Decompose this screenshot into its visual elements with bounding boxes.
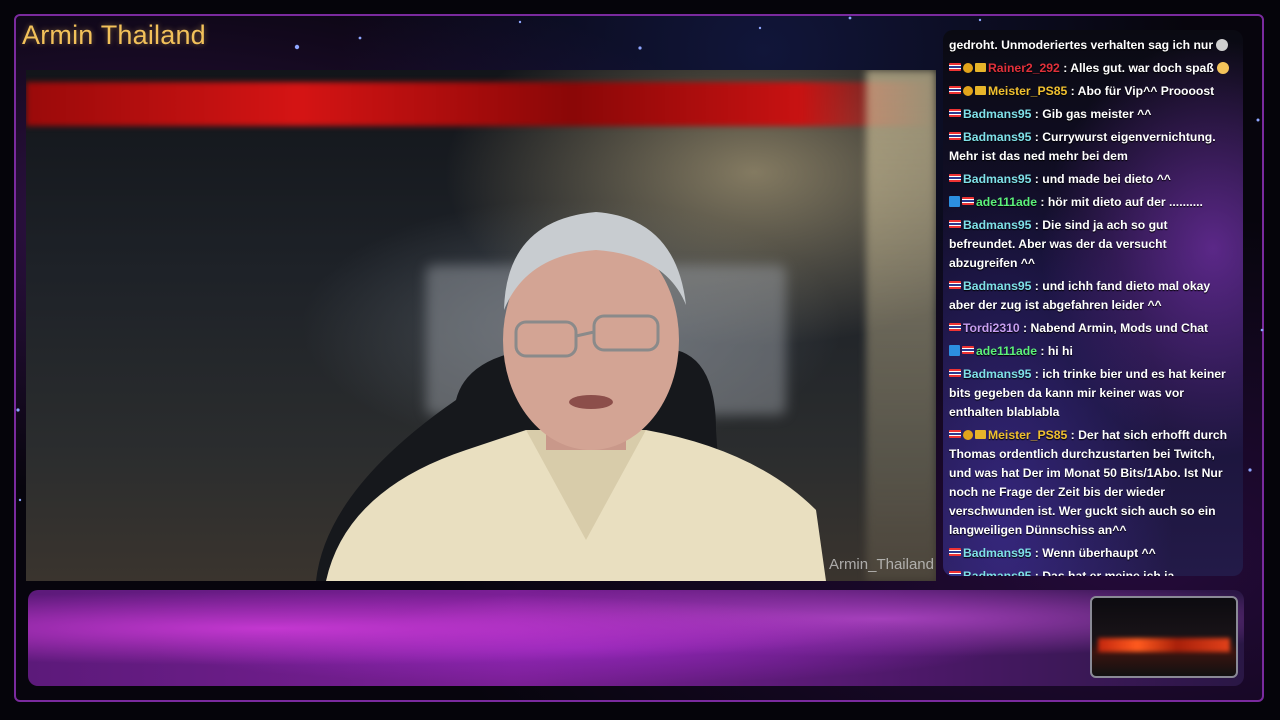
chat-text: : hör mit dieto auf der .......... (1037, 195, 1203, 209)
flag-badge-icon (949, 369, 961, 377)
chat-text: : Das hat er meine ich ja (1031, 569, 1175, 576)
gold-badge-icon (963, 86, 973, 96)
flag-badge-icon (949, 281, 961, 289)
mini-camera-preview (1090, 596, 1238, 678)
chat-username[interactable]: Tordi2310 (963, 321, 1020, 335)
gold-badge-icon (963, 63, 973, 73)
chat-message: Badmans95 : Currywurst eigenvernichtung.… (949, 128, 1237, 166)
chat-text: : Alles gut. war doch spaß (1059, 61, 1214, 75)
flag-badge-icon (949, 63, 961, 71)
emote-icon (1216, 39, 1229, 51)
webcam-feed: Armin_Thailand (26, 70, 936, 581)
vip-badge-icon (975, 86, 986, 95)
vip-badge-icon (975, 63, 986, 72)
chat-text: : Der hat sich erhofft durch Thomas orde… (949, 428, 1228, 537)
emote-icon (1216, 62, 1229, 74)
chat-username[interactable]: Badmans95 (963, 130, 1031, 144)
chat-message: Badmans95 : Die sind ja ach so gut befre… (949, 216, 1237, 273)
chat-username[interactable]: ade111ade (976, 195, 1037, 209)
chat-panel: gedroht. Unmoderiertes verhalten sag ich… (943, 30, 1243, 576)
chat-username[interactable]: ade111ade (976, 344, 1037, 358)
chat-username[interactable]: Meister_PS85 (988, 428, 1067, 442)
streamer-figure (316, 212, 826, 581)
vip-badge-icon (975, 430, 986, 439)
flag-badge-icon (949, 323, 961, 331)
chat-message: Badmans95 : und made bei dieto ^^ (949, 170, 1237, 189)
chat-message: ade111ade : hi hi (949, 342, 1237, 361)
chat-username[interactable]: Badmans95 (963, 569, 1031, 576)
channel-title: Armin Thailand (22, 20, 206, 50)
flag-badge-icon (949, 109, 961, 117)
chat-message: Badmans95 : Gib gas meister ^^ (949, 105, 1237, 124)
chat-message: gedroht. Unmoderiertes verhalten sag ich… (949, 36, 1237, 55)
chat-text: : Wenn überhaupt ^^ (1031, 546, 1156, 560)
chat-username[interactable]: Meister_PS85 (988, 84, 1067, 98)
flag-badge-icon (949, 548, 961, 556)
chat-username[interactable]: Badmans95 (963, 172, 1031, 186)
chat-message: Meister_PS85 : Abo für Vip^^ Proooost (949, 82, 1237, 101)
chat-text: : Nabend Armin, Mods und Chat (1019, 321, 1209, 335)
chat-message-list: gedroht. Unmoderiertes verhalten sag ich… (949, 36, 1237, 576)
flag-badge-icon (949, 430, 961, 438)
blue-badge-icon (949, 345, 960, 356)
chat-text: : hi hi (1037, 344, 1073, 358)
chat-text: gedroht. Unmoderiertes verhalten sag ich… (949, 38, 1214, 52)
bottom-banner (28, 590, 1244, 686)
chat-username[interactable]: Badmans95 (963, 107, 1031, 121)
flag-badge-icon (949, 174, 961, 182)
chat-message: Badmans95 : Wenn überhaupt ^^ (949, 544, 1237, 563)
chat-username[interactable]: Badmans95 (963, 279, 1031, 293)
preview-fire-glow (1098, 638, 1230, 652)
chat-message: Badmans95 : Das hat er meine ich ja (949, 567, 1237, 576)
chat-message: Tordi2310 : Nabend Armin, Mods und Chat (949, 319, 1237, 338)
flag-badge-icon (949, 220, 961, 228)
blue-badge-icon (949, 196, 960, 207)
chat-message: Badmans95 : und ichh fand dieto mal okay… (949, 277, 1237, 315)
flag-badge-icon (962, 197, 974, 205)
chat-username[interactable]: Badmans95 (963, 367, 1031, 381)
chat-message: Rainer2_292 : Alles gut. war doch spaß (949, 59, 1237, 78)
gold-badge-icon (963, 430, 973, 440)
flag-badge-icon (949, 132, 961, 140)
flag-badge-icon (949, 571, 961, 576)
chat-message: ade111ade : hör mit dieto auf der ......… (949, 193, 1237, 212)
chat-message: Meister_PS85 : Der hat sich erhofft durc… (949, 426, 1237, 540)
chat-username[interactable]: Badmans95 (963, 218, 1031, 232)
chat-message: Badmans95 : ich trinke bier und es hat k… (949, 365, 1237, 422)
flag-badge-icon (962, 346, 974, 354)
webcam-watermark: Armin_Thailand (828, 556, 934, 573)
chat-text: : und made bei dieto ^^ (1031, 172, 1171, 186)
chat-text: : Gib gas meister ^^ (1031, 107, 1152, 121)
flag-badge-icon (949, 86, 961, 94)
chat-text: : Abo für Vip^^ Proooost (1067, 84, 1215, 98)
chat-username[interactable]: Badmans95 (963, 546, 1031, 560)
chat-username[interactable]: Rainer2_292 (988, 61, 1060, 75)
